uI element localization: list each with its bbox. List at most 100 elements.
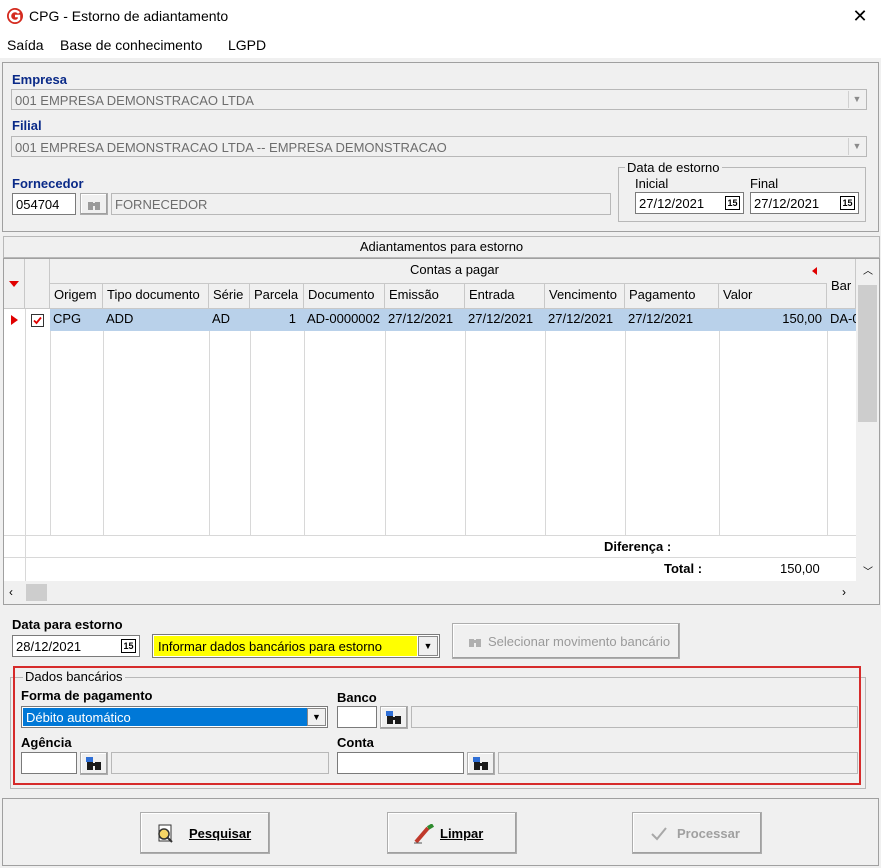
scroll-thumb[interactable] (858, 285, 877, 422)
conta-label: Conta (337, 735, 374, 750)
data-estorno-label: Data para estorno (12, 617, 123, 632)
agencia-input[interactable] (21, 752, 77, 774)
col-pagamento[interactable]: Pagamento (625, 284, 719, 309)
check-icon (651, 827, 667, 841)
final-label: Final (750, 176, 779, 191)
chevron-down-icon[interactable]: ▼ (848, 91, 865, 108)
grid-title: Adiantamentos para estorno (3, 236, 880, 258)
cell-parcela: 1 (288, 311, 296, 326)
contas-a-pagar-label: Contas a pagar (410, 262, 499, 277)
row-checkbox[interactable] (25, 309, 50, 331)
row-indicator-header (4, 259, 25, 309)
cell-emissao: 27/12/2021 (388, 311, 454, 326)
advances-grid[interactable]: Contas a pagar Origem Tipo documento Sér… (3, 258, 880, 605)
col-tipo-documento[interactable]: Tipo documento (103, 284, 209, 309)
sort-arrow-icon (9, 281, 19, 287)
agencia-search-button[interactable] (80, 752, 108, 775)
selecionar-movimento-button[interactable]: Selecionar movimento bancário (452, 623, 680, 659)
window-title: CPG - Estorno de adiantamento (29, 8, 229, 24)
banco-option-value: Informar dados bancários para estorno (158, 639, 383, 654)
cell-origem: CPG (53, 311, 82, 326)
fornecedor-search-button[interactable] (80, 193, 108, 215)
vertical-scrollbar[interactable]: ︿ ﹀ (856, 259, 879, 581)
search-doc-icon (158, 824, 173, 843)
table-row[interactable]: CPG ADD AD 1 AD-0000002 27/12/2021 27/12… (50, 309, 856, 331)
banco-code-input[interactable] (337, 706, 377, 728)
inicial-label: Inicial (635, 176, 669, 191)
selecionar-movimento-label: Selecionar movimento bancário (488, 634, 671, 649)
inicial-date-input[interactable]: 27/12/2021 15 (635, 192, 744, 214)
fornecedor-name-value: FORNECEDOR (115, 197, 208, 212)
limpar-label: Limpar (440, 826, 484, 841)
fornecedor-label: Fornecedor (12, 176, 84, 191)
fornecedor-code-value: 054704 (16, 197, 60, 212)
processar-label: Processar (677, 826, 740, 841)
horizontal-scrollbar[interactable]: ‹ › (4, 581, 879, 604)
calendar-icon[interactable]: 15 (725, 196, 740, 210)
inicial-date-value: 27/12/2021 (639, 196, 705, 211)
pesquisar-button[interactable]: Pesquisar (140, 812, 270, 854)
scroll-left-icon[interactable]: ‹ (9, 585, 13, 599)
agencia-name-field (111, 752, 329, 774)
chevron-down-icon[interactable]: ▼ (848, 138, 865, 155)
menu-saida[interactable]: Saída (7, 37, 44, 53)
fornecedor-name-field: FORNECEDOR (111, 193, 611, 215)
scroll-right-icon[interactable]: › (842, 585, 846, 599)
limpar-button[interactable]: Limpar (387, 812, 517, 854)
binoculars-icon (386, 711, 401, 724)
forma-pagamento-select[interactable]: Débito automático ▼ (21, 706, 328, 728)
pesquisar-label: Pesquisar (189, 826, 252, 841)
binoculars-icon (86, 757, 101, 770)
chevron-down-icon[interactable]: ▼ (307, 708, 326, 726)
empresa-value: 001 EMPRESA DEMONSTRACAO LTDA (15, 93, 254, 108)
conta-search-button[interactable] (467, 752, 495, 775)
cell-documento: AD-0000002 (307, 311, 380, 326)
empresa-label: Empresa (12, 72, 67, 87)
checkbox-icon[interactable] (31, 314, 44, 327)
scroll-down-icon[interactable]: ﹀ (863, 563, 873, 578)
menu-lgpd[interactable]: LGPD (228, 37, 266, 53)
cell-entrada: 27/12/2021 (468, 311, 534, 326)
contas-a-pagar-header: Contas a pagar (50, 259, 856, 284)
banco-option-select[interactable]: Informar dados bancários para estorno ▼ (152, 634, 440, 658)
cell-serie: AD (212, 311, 231, 326)
empresa-select[interactable]: 001 EMPRESA DEMONSTRACAO LTDA ▼ (11, 89, 867, 110)
calendar-icon[interactable]: 15 (840, 196, 855, 210)
filial-select[interactable]: 001 EMPRESA DEMONSTRACAO LTDA -- EMPRESA… (11, 136, 867, 157)
total-label: Total : (664, 561, 703, 576)
h-scroll-thumb[interactable] (26, 584, 47, 601)
data-estorno-value: 28/12/2021 (16, 639, 82, 654)
row-pointer-icon (11, 315, 18, 325)
col-origem[interactable]: Origem (50, 284, 103, 309)
cell-pagamento: 27/12/2021 (628, 311, 694, 326)
close-icon[interactable]: ✕ (848, 4, 872, 28)
forma-pagamento-value: Débito automático (26, 710, 131, 725)
final-date-input[interactable]: 27/12/2021 15 (750, 192, 859, 214)
col-serie[interactable]: Série (209, 284, 250, 309)
cell-valor: 150,00 (782, 311, 822, 326)
scroll-up-icon[interactable]: ︿ (863, 262, 873, 277)
col-parcela[interactable]: Parcela (250, 284, 304, 309)
col-entrada[interactable]: Entrada (465, 284, 545, 309)
banco-search-button[interactable] (380, 706, 408, 729)
col-vencimento[interactable]: Vencimento (545, 284, 625, 309)
fornecedor-code-input[interactable]: 054704 (12, 193, 76, 215)
col-documento[interactable]: Documento (304, 284, 385, 309)
calendar-icon[interactable]: 15 (121, 639, 136, 653)
col-valor[interactable]: Valor (719, 284, 827, 309)
binoculars-icon (469, 639, 481, 647)
cell-vencimento: 27/12/2021 (548, 311, 614, 326)
conta-name-field (498, 752, 858, 774)
eraser-icon (414, 824, 435, 844)
chevron-down-icon[interactable]: ▼ (418, 636, 438, 656)
conta-input[interactable] (337, 752, 464, 774)
forma-pagamento-label: Forma de pagamento (21, 688, 153, 703)
col-emissao[interactable]: Emissão (385, 284, 465, 309)
processar-button[interactable]: Processar (632, 812, 762, 854)
data-estorno-input[interactable]: 28/12/2021 15 (12, 635, 140, 657)
menu-base-conhecimento[interactable]: Base de conhecimento (60, 37, 202, 53)
filial-value: 001 EMPRESA DEMONSTRACAO LTDA -- EMPRESA… (15, 140, 447, 155)
col-banco[interactable]: Bar (827, 259, 856, 309)
binoculars-icon (473, 757, 488, 770)
row-pointer (4, 309, 25, 331)
